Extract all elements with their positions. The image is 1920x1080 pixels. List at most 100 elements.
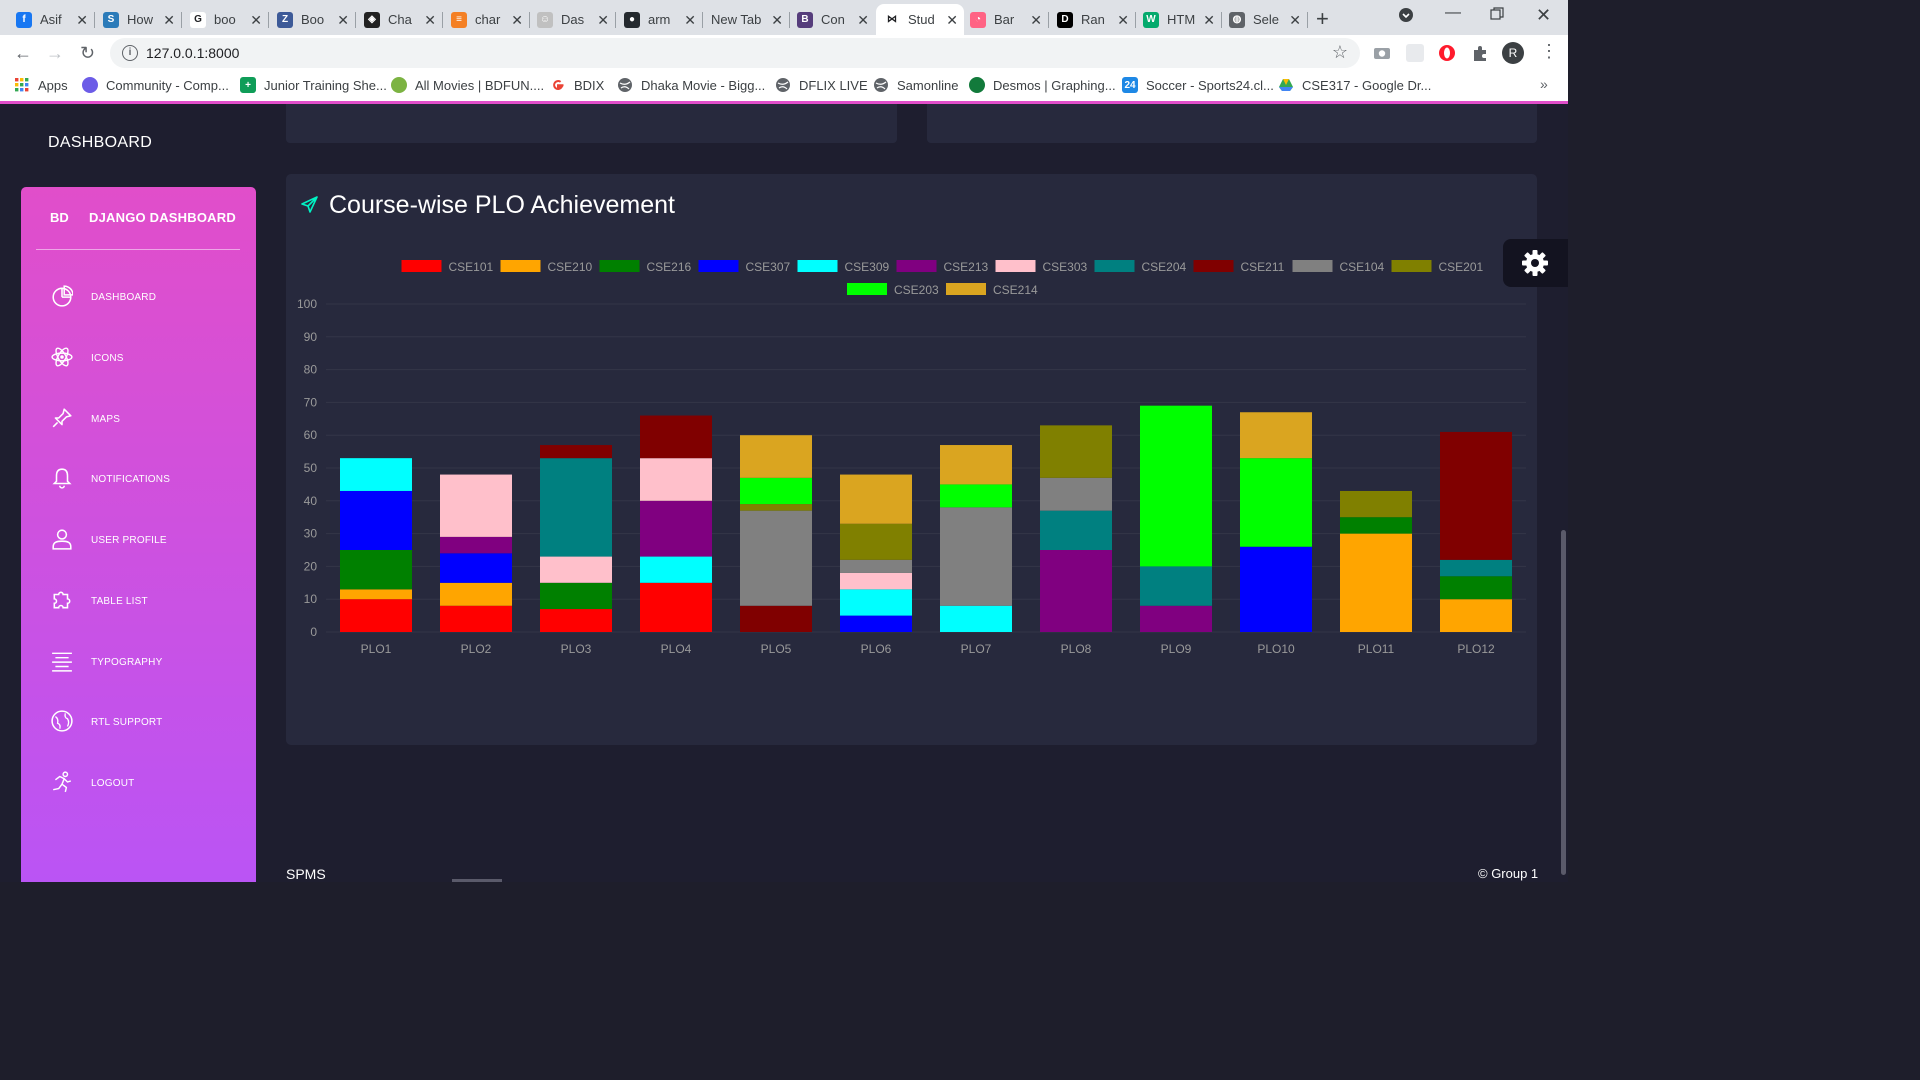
legend-label[interactable]: CSE213	[944, 260, 989, 274]
browser-tab[interactable]: Z Boo ✕	[269, 4, 356, 35]
sidebar-item-table-list[interactable]: TABLE LIST	[21, 577, 256, 627]
bookmark-item[interactable]: All Movies | BDFUN....	[391, 77, 544, 93]
bar-segment-cse104-plo6[interactable]	[840, 559, 912, 573]
site-info-icon[interactable]: i	[122, 45, 138, 61]
bar-segment-cse309-plo7[interactable]	[940, 605, 1012, 632]
bookmark-item[interactable]: Samonline	[873, 77, 958, 93]
bar-segment-cse307-plo10[interactable]	[1240, 546, 1312, 632]
browser-tab[interactable]: D Ran ✕	[1049, 4, 1136, 35]
legend-label[interactable]: CSE303	[1043, 260, 1088, 274]
bar-segment-cse216-plo1[interactable]	[340, 550, 412, 590]
legend-swatch-cse204[interactable]	[1094, 260, 1135, 272]
bookmark-item[interactable]: BDIX	[550, 77, 604, 93]
bar-segment-cse101-plo4[interactable]	[640, 582, 712, 632]
legend-label[interactable]: CSE203	[894, 283, 939, 297]
bookmark-star-icon[interactable]: ☆	[1332, 42, 1348, 63]
bar-segment-cse214-plo5[interactable]	[740, 435, 812, 478]
bar-segment-cse104-plo8[interactable]	[1040, 477, 1112, 511]
reload-icon[interactable]: ↻	[80, 43, 95, 64]
bar-segment-cse211-plo5[interactable]	[740, 605, 812, 632]
tab-close-icon[interactable]: ✕	[1289, 12, 1301, 29]
legend-swatch-cse213[interactable]	[896, 260, 937, 272]
bar-segment-cse309-plo6[interactable]	[840, 589, 912, 616]
bar-segment-cse307-plo6[interactable]	[840, 615, 912, 632]
legend-label[interactable]: CSE307	[746, 260, 791, 274]
tab-close-icon[interactable]: ✕	[1203, 12, 1215, 29]
browser-tab[interactable]: W HTM ✕	[1135, 4, 1222, 35]
camera-extension-icon[interactable]	[1373, 44, 1391, 62]
bar-segment-cse204-plo9[interactable]	[1140, 566, 1212, 606]
legend-label[interactable]: CSE101	[449, 260, 494, 274]
bar-segment-cse201-plo5[interactable]	[740, 504, 812, 511]
tab-close-icon[interactable]: ✕	[76, 12, 88, 29]
bar-segment-cse203-plo9[interactable]	[1140, 405, 1212, 567]
navbar-brand[interactable]: DASHBOARD	[48, 134, 152, 152]
forward-icon[interactable]: →	[46, 43, 64, 64]
bookmark-item[interactable]: 24 Soccer - Sports24.cl...	[1122, 77, 1274, 93]
bar-segment-cse211-plo3[interactable]	[540, 445, 612, 459]
bar-segment-cse214-plo6[interactable]	[840, 474, 912, 524]
legend-swatch-cse201[interactable]	[1391, 260, 1432, 272]
profile-avatar[interactable]: R	[1502, 42, 1524, 64]
bar-segment-cse101-plo1[interactable]	[340, 599, 412, 632]
tab-close-icon[interactable]: ✕	[857, 12, 869, 29]
sidebar-item-logout[interactable]: LOGOUT	[21, 759, 256, 809]
bar-segment-cse309-plo1[interactable]	[340, 458, 412, 491]
tab-close-icon[interactable]: ✕	[511, 12, 523, 29]
legend-swatch-cse211[interactable]	[1193, 260, 1234, 272]
legend-swatch-cse309[interactable]	[797, 260, 838, 272]
new-tab-icon[interactable]: +	[1316, 6, 1329, 32]
legend-label[interactable]: CSE201	[1439, 260, 1484, 274]
settings-toggle[interactable]	[1503, 239, 1568, 287]
tab-close-icon[interactable]: ✕	[424, 12, 436, 29]
legend-label[interactable]: CSE211	[1241, 260, 1285, 274]
bar-segment-cse204-plo3[interactable]	[540, 458, 612, 557]
tab-close-icon[interactable]: ✕	[337, 12, 349, 29]
puzzle-extensions-icon[interactable]	[1471, 44, 1489, 62]
tab-close-icon[interactable]: ✕	[597, 12, 609, 29]
bar-segment-cse210-plo2[interactable]	[440, 582, 512, 606]
bar-segment-cse104-plo7[interactable]	[940, 507, 1012, 606]
address-bar[interactable]: i 127.0.0.1:8000 ☆	[110, 38, 1360, 68]
tab-search-icon[interactable]	[1398, 7, 1414, 28]
legend-label[interactable]: CSE204	[1142, 260, 1187, 274]
legend-label[interactable]: CSE216	[647, 260, 692, 274]
browser-tab[interactable]: ◍ Sele ✕	[1221, 4, 1308, 35]
bookmark-item[interactable]: Community - Comp...	[82, 77, 229, 93]
sidebar-logo-title[interactable]: DJANGO DASHBOARD	[89, 210, 236, 225]
legend-swatch-cse307[interactable]	[698, 260, 739, 272]
browser-tab[interactable]: f Asif ✕	[8, 4, 95, 35]
gear-icon[interactable]	[1521, 249, 1549, 277]
browser-tab[interactable]: ☺ Das ✕	[529, 4, 616, 35]
sidebar-item-user-profile[interactable]: USER PROFILE	[21, 516, 256, 566]
bar-segment-cse213-plo4[interactable]	[640, 500, 712, 557]
bar-segment-cse203-plo7[interactable]	[940, 484, 1012, 508]
url-text[interactable]: 127.0.0.1:8000	[146, 45, 239, 61]
bar-segment-cse101-plo2[interactable]	[440, 605, 512, 632]
bar-segment-cse210-plo12[interactable]	[1440, 599, 1512, 632]
bookmark-item[interactable]: Apps	[14, 77, 68, 93]
bar-segment-cse214-plo10[interactable]	[1240, 412, 1312, 459]
bar-segment-cse216-plo12[interactable]	[1440, 576, 1512, 600]
legend-swatch-cse214[interactable]	[946, 283, 986, 295]
tab-close-icon[interactable]: ✕	[1117, 12, 1129, 29]
bar-segment-cse104-plo5[interactable]	[740, 510, 812, 606]
menu-kebab-icon[interactable]: ⋮	[1540, 41, 1558, 62]
browser-tab[interactable]: New Tab ✕	[703, 4, 790, 35]
restore-icon[interactable]	[1490, 7, 1504, 26]
sidebar-item-icons[interactable]: ICONS	[21, 334, 256, 384]
legend-label[interactable]: CSE309	[845, 260, 890, 274]
legend-swatch-cse101[interactable]	[401, 260, 442, 272]
sidebar-logo-mini[interactable]: BD	[50, 210, 69, 225]
stacked-bar-chart[interactable]: 0 10 20 30 40 50 60 70 80 90 100 PLO1 PLO2 PLO3 PLO4 PL…	[286, 174, 1537, 745]
bar-segment-cse303-plo6[interactable]	[840, 572, 912, 590]
tab-close-icon[interactable]: ✕	[1030, 12, 1042, 29]
bar-segment-cse201-plo8[interactable]	[1040, 425, 1112, 478]
browser-tab[interactable]: S How ✕	[95, 4, 182, 35]
browser-tab[interactable]: Gboo ✕	[182, 4, 269, 35]
bar-segment-cse303-plo3[interactable]	[540, 556, 612, 583]
bar-segment-cse204-plo8[interactable]	[1040, 510, 1112, 550]
bar-segment-cse213-plo9[interactable]	[1140, 605, 1212, 632]
bar-segment-cse201-plo6[interactable]	[840, 523, 912, 560]
opera-extension-icon[interactable]	[1438, 44, 1456, 62]
